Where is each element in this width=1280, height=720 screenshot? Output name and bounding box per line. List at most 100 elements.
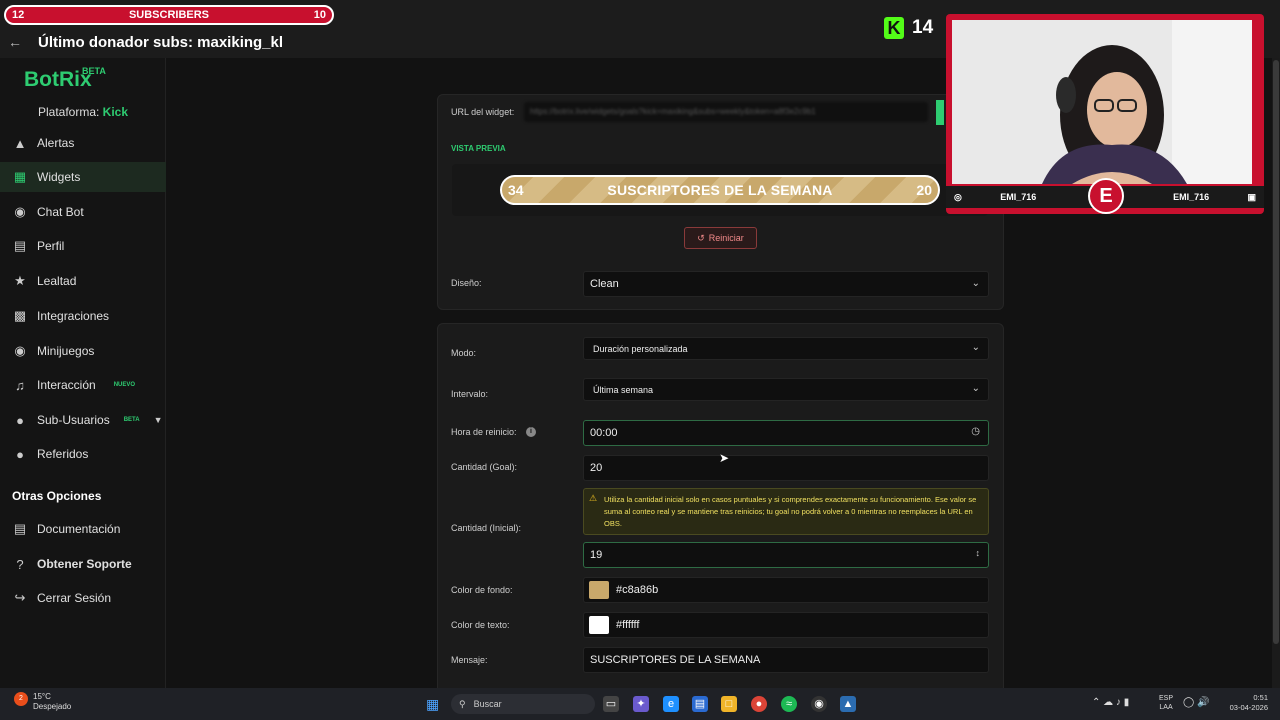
sidebar-item-label: Chat Bot [37, 205, 84, 219]
reset-time-label: Hora de reinicio: [451, 427, 517, 437]
back-arrow-icon[interactable]: ← [8, 34, 22, 50]
twitch-icon: ▣ [1247, 191, 1256, 202]
info-icon[interactable]: i [526, 427, 536, 437]
referrals-icon: ● [16, 446, 24, 462]
instagram-handle: EMI_716 [1000, 192, 1037, 202]
text-color-input[interactable]: #ffffff [583, 612, 989, 638]
robot-icon: ◉ [14, 204, 26, 219]
platform-indicator: Plataforma: Kick [0, 105, 166, 119]
initial-amount-warning: Utiliza la cantidad inicial solo en caso… [583, 488, 989, 535]
goal-input[interactable]: 20 [583, 455, 989, 481]
clock-time: 0:51 [1253, 693, 1268, 702]
sidebar-item-label: Cerrar Sesión [37, 591, 112, 605]
platform-label: Plataforma: [37, 105, 100, 119]
sidebar-item-perfil[interactable]: ▤ Perfil [0, 231, 166, 261]
bg-color-input[interactable]: #c8a86b [583, 577, 989, 603]
copy-url-button[interactable] [936, 100, 944, 125]
sidebar-item-label: Alertas [37, 136, 75, 150]
sidebar-item-alertas[interactable]: ▲ Alertas [0, 128, 166, 158]
app-shield-icon[interactable]: ▲ [840, 696, 856, 712]
sidebar-item-label: Lealtad [37, 274, 77, 288]
initial-value: 19 [590, 549, 603, 561]
mode-select[interactable]: Duración personalizada ⌄ [583, 337, 989, 360]
reset-time-input[interactable]: 00:00 ◷ [583, 420, 989, 446]
bg-color-value: #c8a86b [616, 584, 659, 596]
integrations-icon: ▩ [13, 308, 27, 323]
sidebar-item-label: Documentación [37, 522, 121, 536]
instagram-icon: ◎ [954, 191, 962, 202]
chrome-icon[interactable]: ● [751, 696, 767, 712]
sidebar-item-minijuegos[interactable]: ◉ Minijuegos [0, 336, 166, 366]
clock-icon[interactable]: ◷ [971, 426, 980, 437]
webcam-feed [952, 20, 1252, 184]
interval-select[interactable]: Última semana ⌄ [583, 378, 989, 401]
weather-icon: 2 [14, 692, 28, 706]
mode-value: Duración personalizada [593, 343, 688, 354]
sidebar-item-soporte[interactable]: ? Obtener Soporte [0, 549, 166, 579]
message-value: SUSCRIPTORES DE LA SEMANA [590, 654, 761, 666]
language-indicator[interactable]: ESP LAA [1159, 694, 1173, 712]
gamepad-icon: ◉ [14, 343, 26, 358]
goal-preview-bar: 34 SUSCRIPTORES DE LA SEMANA 20 [500, 175, 940, 205]
design-select[interactable]: Clean ⌄ [583, 271, 989, 297]
reset-button[interactable]: ↺ Reiniciar [684, 227, 757, 249]
sidebar-item-label: Integraciones [37, 309, 110, 323]
message-input[interactable]: SUSCRIPTORES DE LA SEMANA [583, 647, 989, 673]
sidebar-item-sub-usuarios[interactable]: ● Sub-Usuarios BETA ▼ [0, 405, 166, 435]
sidebar-item-documentacion[interactable]: ▤ Documentación [0, 514, 166, 544]
chevron-down-icon: ⌄ [971, 383, 980, 394]
weather-widget[interactable]: 15°C Despejado [33, 692, 71, 712]
bg-color-swatch[interactable] [589, 581, 609, 599]
widgets-icon: ▦ [13, 169, 27, 184]
copilot-icon[interactable]: ✦ [633, 696, 649, 712]
reset-icon: ↺ [697, 232, 705, 243]
sidebar-item-cerrar-sesion[interactable]: ↪ Cerrar Sesión [0, 583, 166, 613]
chevron-down-icon[interactable]: ▼ [154, 415, 163, 425]
sidebar-item-label: Interacción [37, 378, 96, 392]
sidebar-item-referidos[interactable]: ● Referidos [0, 439, 166, 469]
edge-icon[interactable]: e [663, 696, 679, 712]
sidebar-item-integraciones[interactable]: ▩ Integraciones [0, 301, 166, 331]
reset-label: Reiniciar [708, 233, 744, 243]
kick-viewer-badge: K 14 [884, 17, 933, 39]
file-explorer-icon[interactable]: □ [721, 696, 737, 712]
widget-url-input[interactable]: https://botrix.live/widgets/goals?kick=m… [524, 102, 928, 122]
obs-icon[interactable]: ◉ [811, 696, 827, 712]
system-tray-icons[interactable]: ⌃ ☁ ♪ ▮ [1092, 697, 1129, 708]
sidebar-item-label: Referidos [37, 447, 89, 461]
preview-heading: VISTA PREVIA [451, 144, 506, 153]
task-view-icon[interactable]: ▭ [603, 696, 619, 712]
taskbar-search[interactable]: ⚲ Buscar [451, 694, 595, 714]
subscribers-goal-banner: 12 SUBSCRIBERS 10 [4, 5, 334, 25]
initial-amount-input[interactable]: 19 ↕ [583, 542, 989, 568]
subs-banner-right-count: 10 [313, 9, 326, 21]
search-placeholder: Buscar [473, 699, 502, 709]
text-color-label: Color de texto: [451, 620, 510, 630]
sidebar-item-chatbot[interactable]: ◉ Chat Bot [0, 197, 166, 227]
scrollbar-thumb[interactable] [1273, 60, 1279, 644]
sidebar-item-interaccion[interactable]: ♫ Interacción NUEVO [0, 370, 166, 400]
network-volume-icons[interactable]: ◯ 🔊 [1183, 697, 1209, 708]
warning-triangle-icon: ⚠ [589, 493, 598, 503]
preview-current-count: 34 [508, 182, 524, 198]
sidebar-item-widgets[interactable]: ▦ Widgets [0, 162, 166, 192]
profile-card-icon: ▤ [13, 238, 27, 253]
preview-message: SUSCRIPTORES DE LA SEMANA [607, 182, 833, 198]
sidebar-item-label: Widgets [37, 170, 81, 184]
chevron-down-icon: ⌄ [971, 342, 980, 353]
text-color-swatch[interactable] [589, 616, 609, 634]
mode-label: Modo: [451, 348, 477, 358]
chevron-down-icon: ⌄ [971, 278, 980, 289]
kick-viewer-count: 14 [912, 17, 934, 38]
sidebar-item-label: Perfil [37, 239, 65, 253]
start-button-icon[interactable]: ▦ [426, 696, 439, 713]
store-icon[interactable]: ▤ [692, 696, 708, 712]
stepper-icon[interactable]: ↕ [976, 548, 981, 558]
weather-condition: Despejado [33, 702, 72, 711]
goal-value: 20 [590, 462, 603, 474]
spotify-icon[interactable]: ≈ [781, 696, 797, 712]
weather-temp: 15°C [33, 692, 51, 701]
subs-banner-label: SUBSCRIBERS [128, 9, 210, 21]
taskbar-clock[interactable]: 0:51 03-04-2026 [1222, 693, 1268, 713]
sidebar-item-lealtad[interactable]: ★ Lealtad [0, 266, 166, 296]
